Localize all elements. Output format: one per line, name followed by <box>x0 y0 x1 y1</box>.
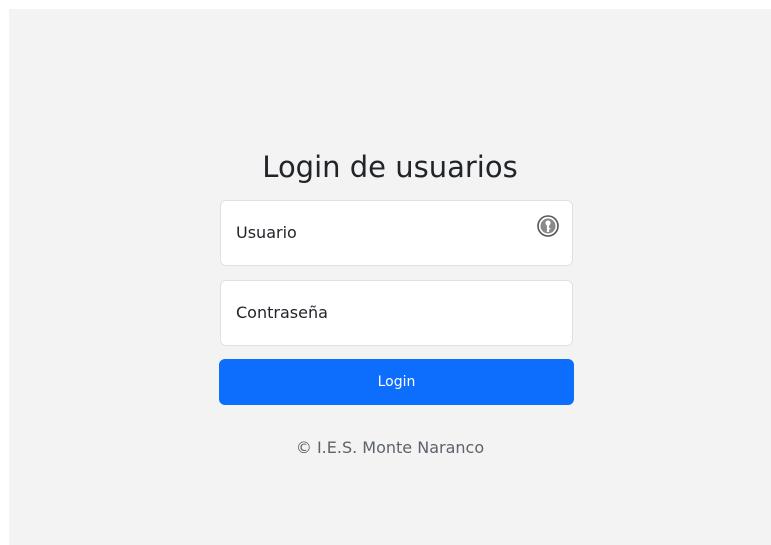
login-page: Login de usuarios Usuario Contraseña Log… <box>9 9 771 545</box>
username-placeholder[interactable]: Usuario <box>236 223 297 243</box>
password-manager-key-icon[interactable] <box>537 215 559 237</box>
username-field[interactable]: Usuario <box>220 200 573 266</box>
password-field[interactable]: Contraseña <box>220 280 573 346</box>
page-title: Login de usuarios <box>262 150 518 184</box>
login-button[interactable]: Login <box>219 359 574 405</box>
footer-copyright: © I.E.S. Monte Naranco <box>295 438 485 457</box>
password-placeholder[interactable]: Contraseña <box>236 303 328 323</box>
